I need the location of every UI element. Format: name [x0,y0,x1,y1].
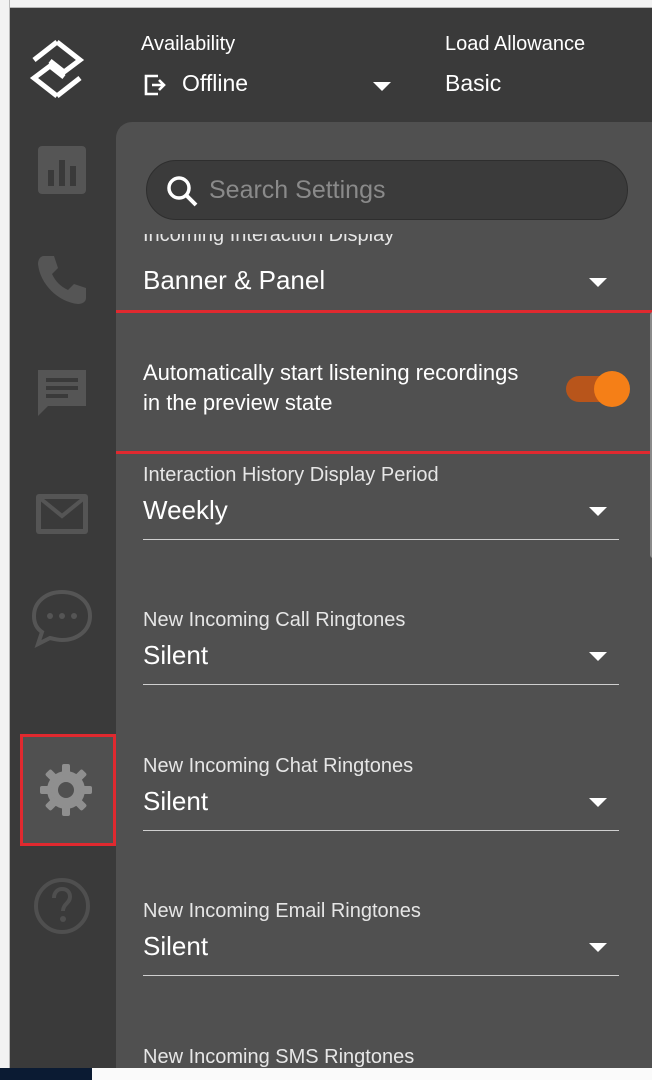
availability-dropdown-icon[interactable] [373,82,391,91]
window-left-border [0,0,10,1080]
chat-ringtone-dropdown-icon[interactable] [589,798,607,807]
history-period-underline [143,539,619,540]
taskbar-fragment [0,1068,92,1080]
window-top-border [0,0,652,8]
chat-bubble-icon[interactable] [30,586,94,650]
email-ringtone-underline [143,975,619,976]
availability-value[interactable]: Offline [182,70,248,97]
chat-ringtone-underline [143,830,619,831]
history-period-dropdown-icon[interactable] [589,507,607,516]
sms-ringtone-label: New Incoming SMS Ringtones [143,1046,415,1068]
chat-ringtone-label: New Incoming Chat Ringtones [143,755,414,777]
search-input[interactable]: Search Settings [209,176,386,205]
gear-icon[interactable] [34,758,98,822]
history-period-label: Interaction History Display Period [143,464,439,486]
message-icon[interactable] [30,360,94,424]
email-ringtone-label: New Incoming Email Ringtones [143,900,421,922]
incoming-display-value[interactable]: Banner & Panel [143,265,325,296]
chat-ringtone-value[interactable]: Silent [143,786,208,817]
call-ringtone-underline [143,684,619,685]
email-ringtone-value[interactable]: Silent [143,931,208,962]
app-window: Availability Offline Load Allowance Basi… [10,8,652,1068]
incoming-display-dropdown-icon[interactable] [589,278,607,287]
email-ringtone-dropdown-icon[interactable] [589,943,607,952]
settings-search-bar[interactable]: Search Settings [146,160,628,220]
incoming-display-label-clip: Incoming Interaction Display [143,234,623,256]
history-period-value[interactable]: Weekly [143,495,228,526]
call-ringtone-dropdown-icon[interactable] [589,652,607,661]
bar-chart-icon[interactable] [30,138,94,202]
help-icon[interactable] [30,874,94,938]
call-ringtone-value[interactable]: Silent [143,640,208,671]
bottom-strip [0,1068,652,1080]
settings-panel: Search Settings Incoming Interaction Dis… [116,122,652,1068]
call-ringtone-label: New Incoming Call Ringtones [143,609,406,631]
mail-icon[interactable] [30,482,94,546]
sign-out-icon [142,72,168,98]
toggle-knob[interactable] [594,371,630,407]
availability-label: Availability [141,33,236,55]
phone-icon[interactable] [30,248,94,312]
auto-listen-toggle[interactable] [566,371,630,407]
load-allowance-label: Load Allowance [445,33,586,55]
incoming-display-label: Incoming Interaction Display [143,234,395,246]
auto-listen-label: Automatically start listening recordings… [143,360,519,415]
search-icon [165,174,199,208]
load-allowance-value: Basic [445,70,502,96]
app-logo [24,36,90,102]
